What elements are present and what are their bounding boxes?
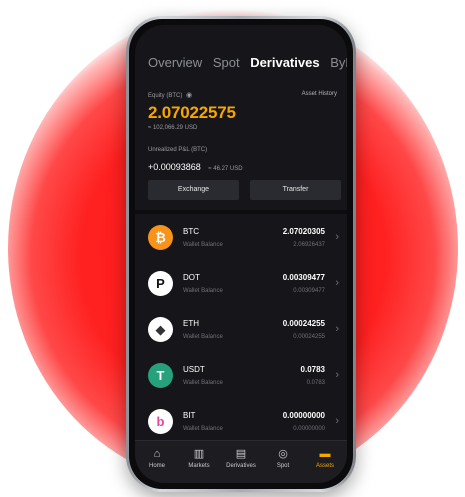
nav-label: Assets xyxy=(315,463,334,469)
chevron-right-icon: › xyxy=(335,323,339,335)
home-icon: ⌂ xyxy=(153,448,161,460)
coin-amount-sub: 2.06926437 xyxy=(293,242,325,248)
bottom-nav: ⌂ Home ▥ Markets ▤ Derivatives ◎ Spot ▬ xyxy=(135,440,347,483)
coin-symbol: DOT xyxy=(183,273,200,282)
equity-label-row: Equity (BTC) ◉ xyxy=(148,91,192,99)
wallet-icon: ▬ xyxy=(319,448,331,460)
nav-label: Home xyxy=(148,463,165,469)
pnl-usd: ≈ 46.27 USD xyxy=(208,166,243,172)
equity-label: Equity (BTC) xyxy=(148,93,183,99)
nav-home[interactable]: ⌂ Home xyxy=(137,447,177,469)
coin-symbol: USDT xyxy=(183,365,205,374)
dot-icon: P xyxy=(148,271,173,296)
coin-amount-sub: 0.00000000 xyxy=(293,426,325,432)
tab-derivatives[interactable]: Derivatives xyxy=(250,55,319,70)
coin-sub-label: Wallet Balance xyxy=(183,426,223,432)
tab-byfi[interactable]: ByFi xyxy=(330,55,347,70)
equity-usd: ≈ 102,066.29 USD xyxy=(148,125,198,131)
chevron-right-icon: › xyxy=(335,415,339,427)
pnl-label: Unrealized P&L (BTC) xyxy=(148,147,208,153)
pnl-row: +0.00093868 ≈ 46.27 USD xyxy=(148,157,243,175)
coin-symbol: BTC xyxy=(183,227,199,236)
coin-amount: 0.0783 xyxy=(300,365,325,374)
asset-history-link[interactable]: Asset History xyxy=(302,91,337,97)
phone-frame: Overview Spot Derivatives ByFi Equity (B… xyxy=(126,16,356,492)
chevron-right-icon: › xyxy=(335,277,339,289)
eth-icon: ◆ xyxy=(148,317,173,342)
coin-amount-sub: 0.00309477 xyxy=(293,288,325,294)
nav-label: Derivatives xyxy=(226,463,256,469)
coin-amount: 0.00309477 xyxy=(282,273,325,282)
coin-amount-sub: 0.00024255 xyxy=(293,334,325,340)
coin-amount: 2.07020305 xyxy=(282,227,325,236)
exchange-button[interactable]: Exchange xyxy=(148,180,239,200)
bit-icon: b xyxy=(148,409,173,434)
asset-row-eth[interactable]: ◆ ETH Wallet Balance 0.00024255 0.000242… xyxy=(135,307,347,353)
nav-assets[interactable]: ▬ Assets xyxy=(305,447,345,469)
nav-label: Markets xyxy=(188,463,210,469)
coin-amount: 0.00000000 xyxy=(282,411,325,420)
phone-bezel: Overview Spot Derivatives ByFi Equity (B… xyxy=(129,19,353,489)
nav-derivatives[interactable]: ▤ Derivatives xyxy=(221,447,261,469)
section-divider xyxy=(135,210,347,214)
nav-markets[interactable]: ▥ Markets xyxy=(179,447,219,469)
usdt-icon: T xyxy=(148,363,173,388)
asset-row-bit[interactable]: b BIT Wallet Balance 0.00000000 0.000000… xyxy=(135,399,347,445)
eye-icon[interactable]: ◉ xyxy=(186,92,192,99)
asset-tabs: Overview Spot Derivatives ByFi xyxy=(148,55,347,70)
coin-sub-label: Wallet Balance xyxy=(183,380,223,386)
chevron-right-icon: › xyxy=(335,369,339,381)
coin-symbol: ETH xyxy=(183,319,199,328)
chevron-right-icon: › xyxy=(335,231,339,243)
btc-icon: ₿ xyxy=(148,225,173,250)
coin-sub-label: Wallet Balance xyxy=(183,242,223,248)
derivatives-icon: ▤ xyxy=(235,448,247,460)
tab-overview[interactable]: Overview xyxy=(148,55,202,70)
pnl-value: +0.00093868 xyxy=(148,162,201,172)
coin-sub-label: Wallet Balance xyxy=(183,334,223,340)
asset-row-btc[interactable]: ₿ BTC Wallet Balance 2.07020305 2.069264… xyxy=(135,215,347,261)
equity-balance: 2.07022575 xyxy=(148,103,236,122)
coin-sub-label: Wallet Balance xyxy=(183,288,223,294)
transfer-button[interactable]: Transfer xyxy=(250,180,341,200)
nav-spot[interactable]: ◎ Spot xyxy=(263,447,303,469)
app-screen: Overview Spot Derivatives ByFi Equity (B… xyxy=(135,25,347,483)
coin-amount-sub: 0.0783 xyxy=(306,380,325,386)
spot-icon: ◎ xyxy=(278,448,288,460)
coin-symbol: BIT xyxy=(183,411,196,420)
asset-row-dot[interactable]: P DOT Wallet Balance 0.00309477 0.003094… xyxy=(135,261,347,307)
nav-label: Spot xyxy=(276,463,290,469)
markets-icon: ▥ xyxy=(193,448,205,460)
tab-spot[interactable]: Spot xyxy=(213,55,240,70)
coin-amount: 0.00024255 xyxy=(282,319,325,328)
asset-row-usdt[interactable]: T USDT Wallet Balance 0.0783 0.0783 › xyxy=(135,353,347,399)
